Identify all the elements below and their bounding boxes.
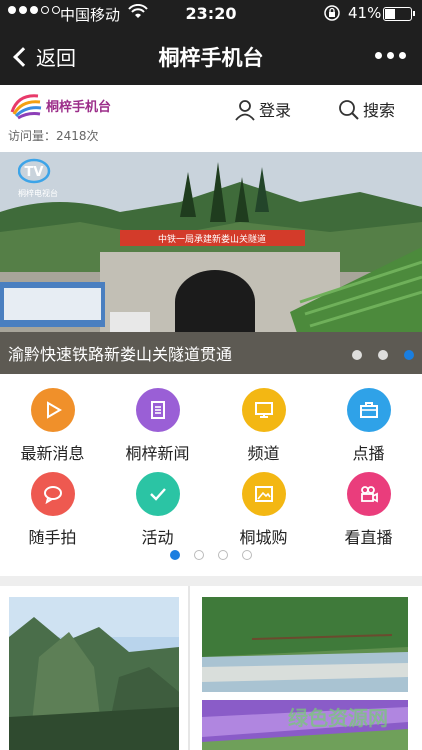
navigation-bar: 返回 桐梓手机台: [0, 30, 422, 85]
login-label: 登录: [259, 101, 292, 120]
grid-icon-circle: [346, 388, 391, 432]
grid-item-shop[interactable]: 桐城购: [211, 472, 316, 548]
grid-item-snapshot[interactable]: 随手拍: [0, 472, 105, 548]
grid-page-dot[interactable]: [242, 550, 252, 560]
monitor-icon: [254, 402, 273, 418]
more-dot-icon: [399, 52, 406, 59]
watermark-text: 绿色资源网: [288, 706, 388, 730]
grid-item-events[interactable]: 活动: [105, 472, 210, 548]
login-button[interactable]: 登录: [234, 97, 291, 121]
carousel-dot-active[interactable]: [404, 350, 414, 360]
carousel-dot[interactable]: [352, 350, 362, 360]
news-banner-carousel[interactable]: 中铁一局承建新娄山关隧道 TV 桐梓电视台 渝黔快速铁路新娄山关隧道贯通: [0, 152, 422, 374]
visit-counter: 访问量：2418次: [8, 129, 99, 143]
mountain-photo: [9, 597, 179, 750]
chat-icon: [43, 486, 62, 505]
grid-item-label: 频道: [247, 444, 280, 463]
carousel-indicator[interactable]: [352, 350, 414, 360]
column-separator: [188, 586, 190, 750]
carousel-dot[interactable]: [378, 350, 388, 360]
grid-item-latest-news[interactable]: 最新消息: [0, 388, 105, 464]
more-dot-icon: [387, 52, 394, 59]
tv-logo-icon: TV: [17, 158, 51, 184]
logo-text: 桐梓手机台: [46, 99, 112, 115]
grid-icon-circle: [30, 472, 75, 516]
more-options-button[interactable]: [375, 52, 406, 59]
tv-station-logo: TV 桐梓电视台: [17, 158, 58, 199]
briefcase-icon: [359, 402, 378, 418]
grid-page-dot-active[interactable]: [170, 550, 180, 560]
grid-page-dot[interactable]: [218, 550, 228, 560]
banner-caption: 渝黔快速铁路新娄山关隧道贯通: [8, 345, 233, 364]
check-icon: [149, 488, 166, 501]
tunnel-sign-text: 中铁一局承建新娄山关隧道: [158, 233, 266, 245]
grid-icon-circle: [30, 388, 75, 432]
user-icon: [235, 100, 255, 121]
search-label: 搜索: [363, 101, 396, 120]
grid-item-label: 随手拍: [28, 528, 77, 547]
grid-icon-circle: [241, 388, 286, 432]
grid-icon-circle: [346, 472, 391, 516]
grid-item-label: 活动: [141, 528, 174, 547]
document-icon: [150, 401, 165, 419]
grid-item-label: 桐城购: [239, 528, 288, 547]
logo-swirl-icon: [10, 94, 42, 120]
video-camera-icon: [360, 486, 378, 503]
grid-item-label: 最新消息: [20, 444, 85, 463]
search-button[interactable]: 搜索: [338, 97, 395, 121]
grid-icon-circle: [135, 388, 180, 432]
top-bar: 中国移动 23:20 41% 返回 桐梓手机台: [0, 0, 422, 85]
grid-item-live[interactable]: 看直播: [316, 472, 421, 548]
battery-percent: 41%: [348, 4, 382, 22]
grid-item-label: 点播: [352, 444, 385, 463]
rotation-lock-icon: [323, 4, 341, 26]
play-icon: [46, 401, 62, 419]
grid-page-indicator[interactable]: [0, 550, 422, 560]
battery-icon: [383, 7, 415, 21]
grid-item-channels[interactable]: 频道: [211, 388, 316, 464]
tv-logo-subtitle: 桐梓电视台: [18, 189, 58, 198]
feature-grid: 最新消息 桐梓新闻 频道 点播 随手拍 活动 桐城购 看直播: [0, 378, 422, 573]
section-divider: [0, 576, 422, 586]
site-header: 桐梓手机台 访问量：2418次 登录 搜索: [0, 85, 422, 152]
thumbnail-mountain-scenery[interactable]: [9, 597, 179, 750]
site-logo[interactable]: 桐梓手机台: [8, 90, 111, 120]
search-icon: [339, 100, 359, 120]
svg-text:TV: TV: [25, 165, 44, 180]
grid-item-label: 看直播: [344, 528, 393, 547]
grid-item-tongzi-news[interactable]: 桐梓新闻: [105, 388, 210, 464]
grid-item-on-demand[interactable]: 点播: [316, 388, 421, 464]
picture-icon: [254, 486, 273, 502]
more-dot-icon: [375, 52, 382, 59]
page-title: 桐梓手机台: [158, 46, 264, 70]
grid-item-label: 桐梓新闻: [125, 444, 190, 463]
grid-page-dot[interactable]: [194, 550, 204, 560]
grid-icon-circle: [135, 472, 180, 516]
status-bar: 中国移动 23:20 41%: [0, 0, 422, 28]
grid-icon-circle: [241, 472, 286, 516]
